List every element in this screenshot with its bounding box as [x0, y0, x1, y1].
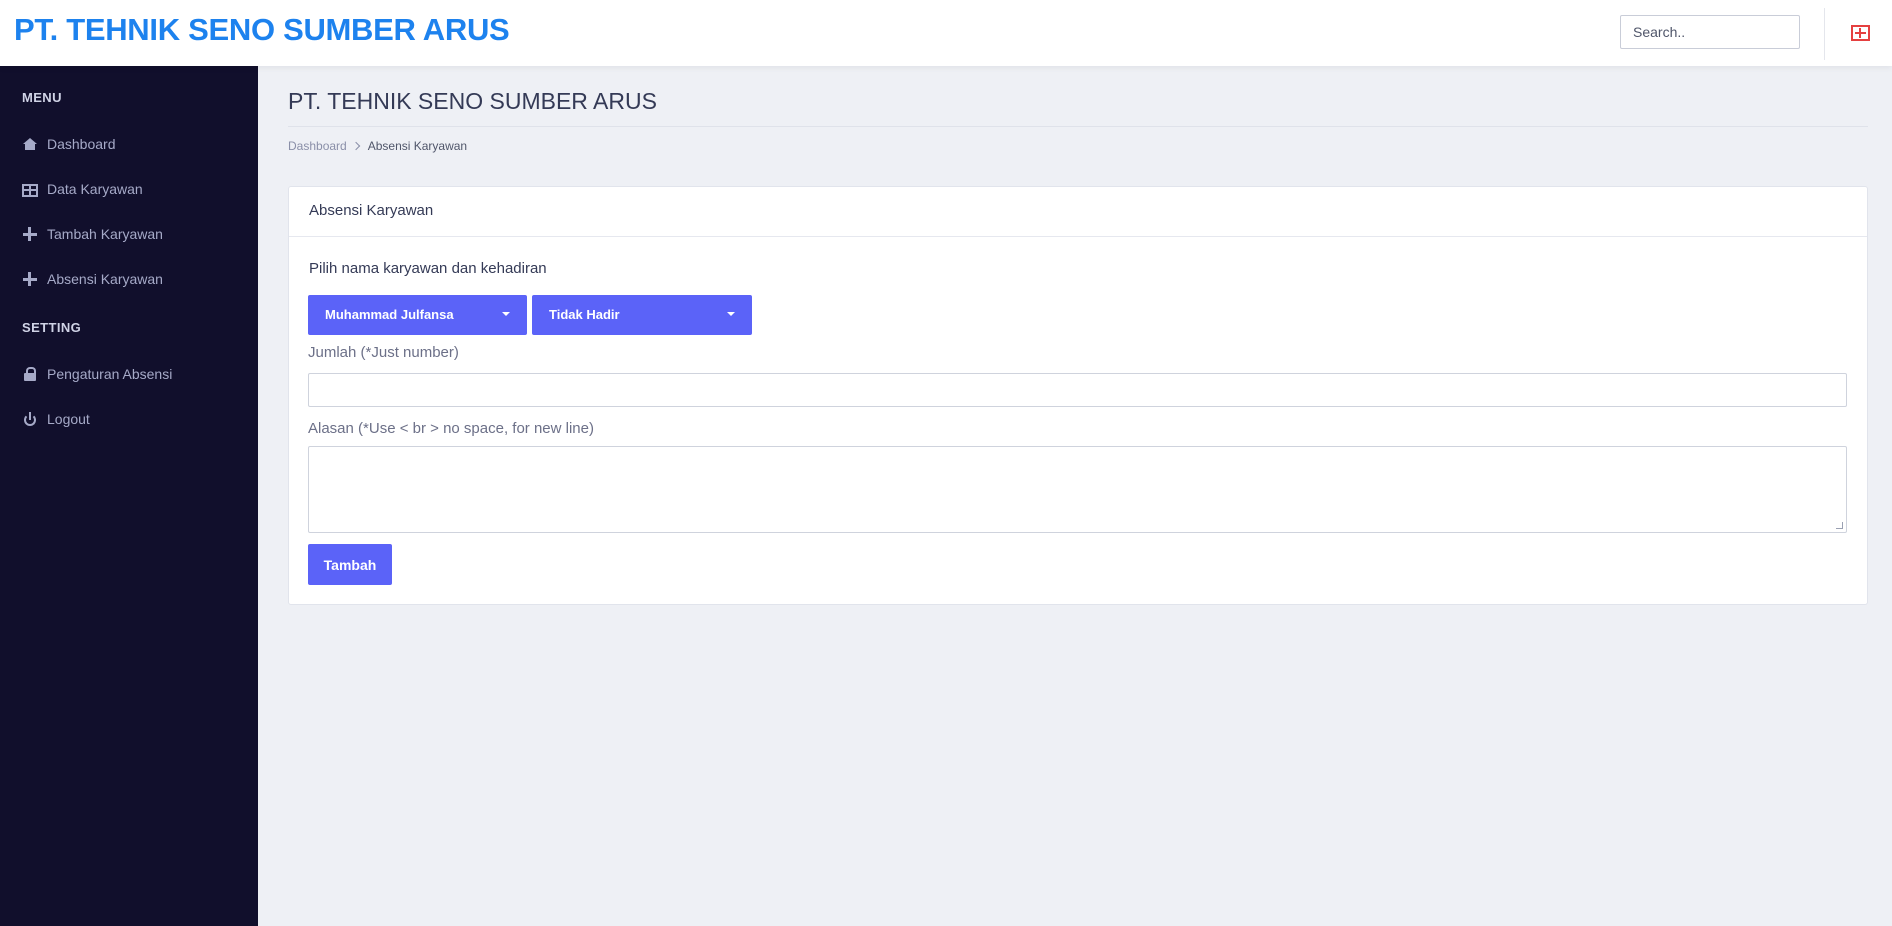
tambah-button[interactable]: Tambah: [308, 544, 392, 585]
sidebar-item-label: Tambah Karyawan: [47, 226, 163, 242]
title-divider: [288, 126, 1868, 127]
setting-section-label: SETTING: [22, 320, 82, 335]
breadcrumb: Dashboard Absensi Karyawan: [288, 139, 467, 153]
card-title: Absensi Karyawan: [289, 187, 1867, 237]
sidebar-item-data-karyawan[interactable]: Data Karyawan: [22, 177, 143, 201]
lock-icon: [22, 366, 38, 382]
search-input[interactable]: [1620, 15, 1800, 49]
page-title: PT. TEHNIK SENO SUMBER ARUS: [288, 88, 657, 114]
top-bar: PT. TEHNIK SENO SUMBER ARUS: [0, 0, 1892, 66]
amount-label: Jumlah (*Just number): [308, 344, 459, 361]
attendance-select[interactable]: Tidak Hadir: [532, 295, 752, 335]
sidebar-item-label: Logout: [47, 411, 90, 427]
top-divider: [1824, 8, 1825, 60]
sidebar-item-absensi-karyawan[interactable]: Absensi Karyawan: [22, 267, 163, 291]
reason-textarea[interactable]: [308, 446, 1847, 533]
form-heading: Pilih nama karyawan dan kehadiran: [309, 260, 547, 277]
resize-grip-icon[interactable]: [1836, 522, 1843, 529]
sidebar-item-logout[interactable]: Logout: [22, 407, 90, 431]
table-icon: [22, 183, 38, 197]
power-icon: [22, 411, 38, 427]
sidebar-item-label: Pengaturan Absensi: [47, 366, 173, 382]
sidebar-item-label: Absensi Karyawan: [47, 271, 163, 287]
sidebar-item-pengaturan-absensi[interactable]: Pengaturan Absensi: [22, 362, 172, 386]
employee-select[interactable]: Muhammad Julfansa: [308, 295, 527, 335]
notification-icon[interactable]: [1851, 25, 1870, 41]
caret-down-icon: [727, 312, 735, 316]
caret-down-icon: [502, 312, 510, 316]
sidebar-item-tambah-karyawan[interactable]: Tambah Karyawan: [22, 222, 163, 246]
home-icon: [22, 136, 38, 152]
sidebar-item-label: Dashboard: [47, 136, 116, 152]
amount-input[interactable]: [308, 373, 1847, 407]
sidebar-item-label: Data Karyawan: [47, 181, 143, 197]
breadcrumb-current: Absensi Karyawan: [367, 139, 468, 153]
plus-icon: [22, 271, 38, 287]
sidebar-item-dashboard[interactable]: Dashboard: [22, 132, 116, 156]
attendance-select-value: Tidak Hadir: [549, 307, 620, 322]
plus-icon: [22, 226, 38, 242]
brand-title[interactable]: PT. TEHNIK SENO SUMBER ARUS: [14, 12, 510, 48]
reason-label: Alasan (*Use < br > no space, for new li…: [308, 420, 594, 437]
chevron-right-icon: [351, 141, 360, 151]
sidebar: MENU Dashboard Data Karyawan Tambah Kary…: [0, 66, 258, 926]
breadcrumb-home-link[interactable]: Dashboard: [288, 139, 347, 153]
menu-section-label: MENU: [22, 90, 62, 105]
employee-select-value: Muhammad Julfansa: [325, 307, 454, 322]
